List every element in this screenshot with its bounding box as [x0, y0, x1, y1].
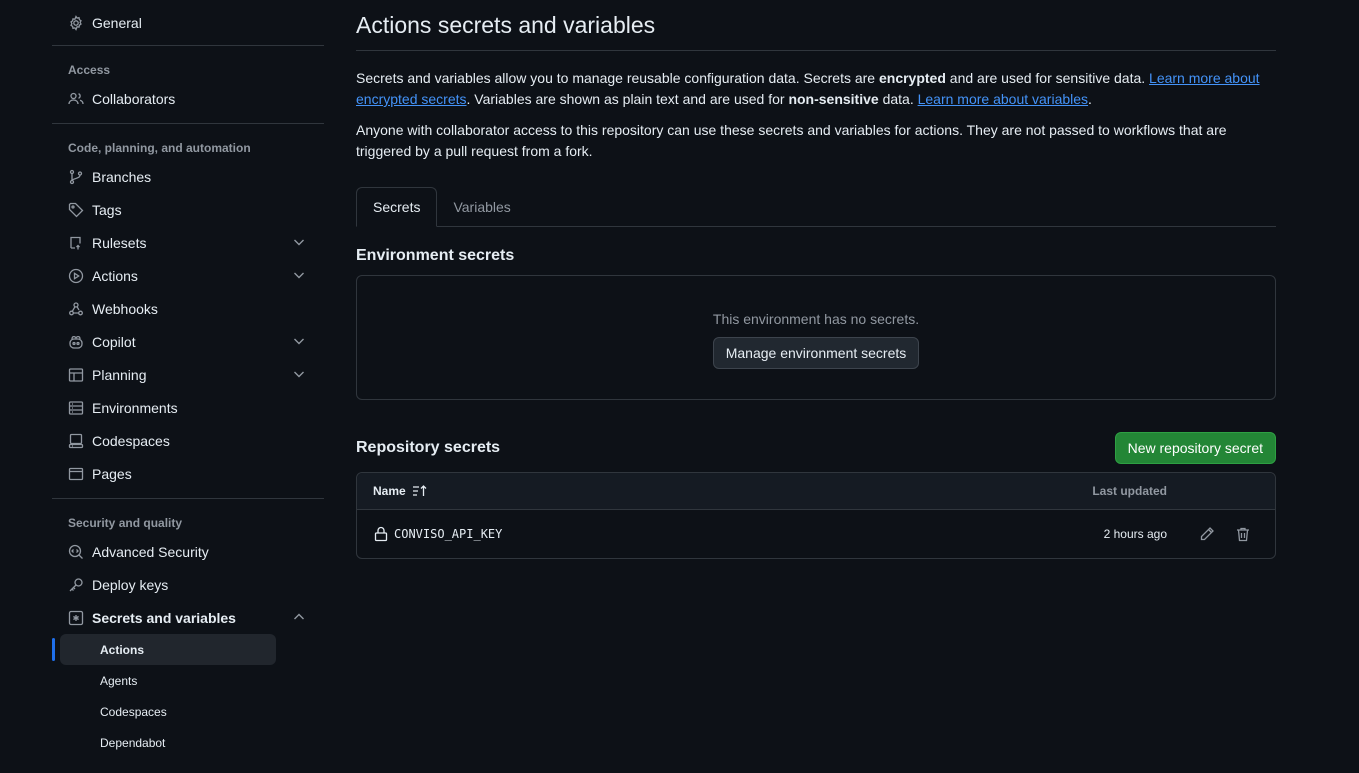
sidebar-subitem-agents[interactable]: Agents: [60, 665, 276, 696]
sidebar-item-environments[interactable]: Environments: [52, 391, 324, 424]
sidebar-item-label: Tags: [92, 201, 122, 218]
column-header-name[interactable]: Name: [373, 484, 428, 498]
active-indicator: [52, 638, 55, 661]
description-text: . Variables are shown as plain text and …: [466, 91, 789, 107]
asterisk-box-icon: [68, 610, 84, 626]
sidebar-item-general[interactable]: General: [52, 0, 324, 45]
repository-secrets-heading: Repository secrets: [356, 439, 501, 456]
section-title-code: Code, planning, and automation: [68, 141, 251, 155]
sidebar-item-branches[interactable]: Branches: [52, 160, 324, 193]
column-header-last-updated[interactable]: Last updated: [1092, 484, 1167, 498]
sidebar-item-collaborators[interactable]: Collaborators: [52, 82, 324, 115]
sidebar-item-planning[interactable]: Planning: [52, 358, 324, 391]
section-title-access: Access: [68, 63, 111, 77]
sidebar-item-rulesets[interactable]: Rulesets: [52, 226, 324, 259]
empty-state-message: This environment has no secrets.: [712, 311, 920, 327]
sidebar-subitem-label: Codespaces: [100, 704, 167, 719]
chevron-down-icon[interactable]: [292, 235, 306, 249]
sidebar-item-advanced-security[interactable]: Advanced Security: [52, 535, 324, 568]
key-icon: [68, 577, 84, 593]
settings-sidebar: General Access Collaborators Code, plann…: [52, 0, 324, 758]
sidebar-subitem-label: Actions: [100, 642, 145, 657]
copilot-icon: [68, 334, 84, 350]
sidebar-item-label: Actions: [92, 267, 138, 284]
new-repository-secret-button[interactable]: New repository secret: [1114, 432, 1276, 464]
sidebar-subitem-codespaces[interactable]: Codespaces: [60, 696, 276, 727]
sidebar-subitem-actions[interactable]: Actions: [52, 634, 276, 665]
description-text: data.: [878, 91, 918, 107]
repository-secrets-header: Repository secrets New repository secret: [356, 432, 1276, 464]
browser-icon: [68, 466, 84, 482]
tab-variables[interactable]: Variables: [437, 187, 526, 226]
sidebar-item-tags[interactable]: Tags: [52, 193, 324, 226]
people-icon: [68, 91, 84, 107]
sidebar-item-webhooks[interactable]: Webhooks: [52, 292, 324, 325]
webhook-icon: [68, 301, 84, 317]
sidebar-subitem-dependabot[interactable]: Dependabot: [60, 727, 276, 758]
tag-icon: [68, 202, 84, 218]
sidebar-subitem-label: Agents: [100, 673, 138, 688]
sidebar-item-codespaces[interactable]: Codespaces: [52, 424, 324, 457]
secret-name: CONVISO_API_KEY: [394, 527, 503, 541]
description-text: and are used for sensitive data.: [945, 70, 1150, 86]
secret-last-updated: 2 hours ago: [1103, 527, 1167, 541]
lock-icon: [374, 526, 388, 542]
sidebar-item-label: General: [92, 14, 142, 31]
tab-secrets[interactable]: Secrets: [356, 187, 438, 227]
sidebar-item-label: Advanced Security: [92, 543, 209, 560]
table-header: Name Last updated: [357, 473, 1275, 510]
manage-environment-secrets-button[interactable]: Manage environment secrets: [712, 337, 920, 369]
sidebar-item-label: Branches: [92, 168, 152, 185]
description-bold: encrypted: [878, 70, 946, 86]
chevron-down-icon[interactable]: [292, 334, 306, 348]
description-text: .: [1088, 91, 1092, 107]
sidebar-item-label: Collaborators: [92, 90, 176, 107]
git-branch-icon: [68, 169, 84, 185]
sidebar-item-label: Rulesets: [92, 234, 147, 251]
sidebar-item-pages[interactable]: Pages: [52, 457, 324, 490]
table-icon: [68, 367, 84, 383]
repo-push-icon: [68, 235, 84, 251]
environment-secrets-heading: Environment secrets: [356, 247, 515, 264]
chevron-up-icon[interactable]: [292, 610, 306, 624]
sidebar-item-copilot[interactable]: Copilot: [52, 325, 324, 358]
main-content: Actions secrets and variables Secrets an…: [356, 0, 1276, 559]
sidebar-subitem-label: Dependabot: [100, 735, 166, 750]
sidebar-item-label: Webhooks: [92, 300, 158, 317]
trash-icon[interactable]: [1235, 526, 1251, 542]
page-title: Actions secrets and variables: [356, 0, 1276, 51]
sidebar-item-label: Copilot: [92, 333, 136, 350]
sidebar-item-label: Deploy keys: [92, 576, 169, 593]
sidebar-item-actions[interactable]: Actions: [52, 259, 324, 292]
description-text: Secrets and variables allow you to manag…: [356, 70, 879, 86]
sort-ascending-icon[interactable]: [412, 484, 428, 498]
environment-secrets-box: This environment has no secrets. Manage …: [356, 275, 1276, 400]
sidebar-item-label: Environments: [92, 399, 178, 416]
pencil-icon[interactable]: [1199, 526, 1215, 542]
server-icon: [68, 400, 84, 416]
sidebar-item-label: Pages: [92, 465, 132, 482]
tabs: Secrets Variables: [356, 187, 1276, 227]
learn-more-variables-link[interactable]: Learn more about variables: [918, 91, 1088, 107]
column-header-label: Name: [373, 484, 406, 498]
chevron-down-icon[interactable]: [292, 367, 306, 381]
sidebar-item-secrets-and-variables[interactable]: Secrets and variables: [52, 601, 324, 634]
description-bold: non-sensitive: [788, 91, 879, 107]
codescan-icon: [68, 544, 84, 560]
secrets-table: Name Last updated CONVISO_API_KEY 2 hour…: [356, 472, 1276, 559]
description: Secrets and variables allow you to manag…: [356, 68, 1276, 110]
play-icon: [68, 268, 84, 284]
codespaces-icon: [68, 433, 84, 449]
sidebar-item-label: Codespaces: [92, 432, 170, 449]
collaborator-note: Anyone with collaborator access to this …: [356, 122, 1227, 159]
sidebar-item-label: Planning: [92, 366, 147, 383]
sidebar-item-label: Secrets and variables: [92, 609, 236, 626]
sidebar-item-deploy-keys[interactable]: Deploy keys: [52, 568, 324, 601]
table-row: CONVISO_API_KEY 2 hours ago: [357, 510, 1275, 558]
section-title-security: Security and quality: [68, 516, 183, 530]
gear-icon: [68, 14, 84, 31]
chevron-down-icon[interactable]: [292, 268, 306, 282]
